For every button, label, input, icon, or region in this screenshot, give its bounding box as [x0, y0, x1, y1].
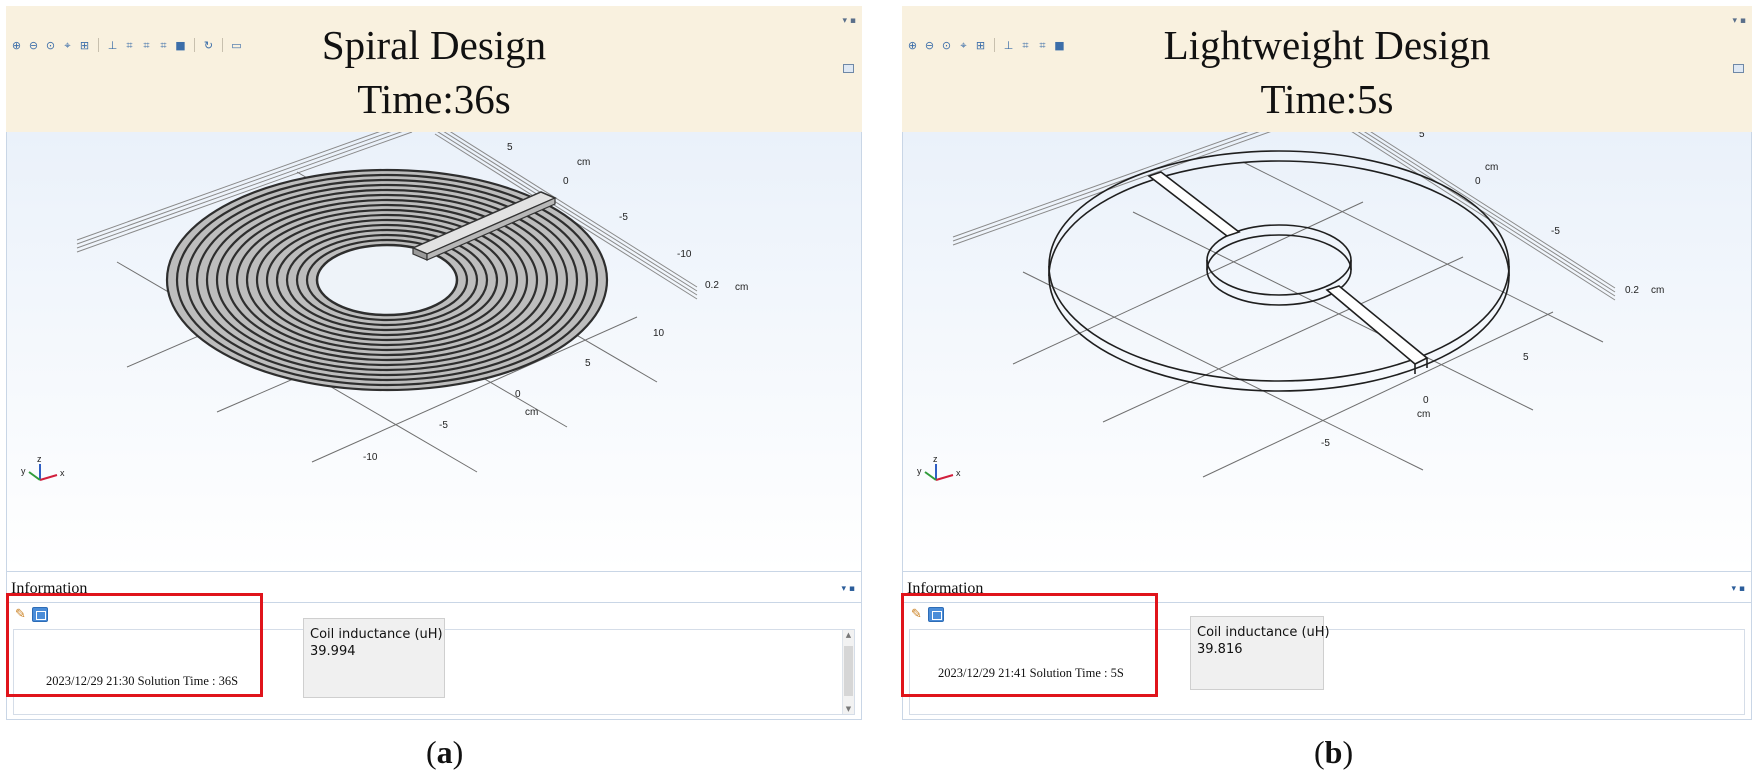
triad-z: z — [933, 454, 938, 464]
tick-label: -5 — [439, 420, 448, 431]
tick-label: 5 — [585, 358, 591, 369]
caption-letter: b — [1324, 734, 1343, 770]
design-time: Time:36s — [357, 76, 511, 122]
triad-z: z — [37, 454, 42, 464]
axis-unit: cm — [525, 407, 538, 418]
graphics-window[interactable]: 10 5 cm 0 -5 -10 0.2 cm 10 5 0 cm -5 -10 — [6, 132, 862, 572]
highlight-box — [6, 593, 263, 697]
scroll-up-icon[interactable]: ▲ — [843, 631, 854, 639]
panel-lightweight-design: ▾ ▪ ⊕ ⊖ ⊙ ⌖ ⊞ ⊥ ⌗ ⌗ ■ Lightweight Design… — [901, 6, 1752, 720]
highlight-box — [901, 593, 1158, 697]
tick-label: 5 — [1419, 132, 1425, 140]
coil-3d-view: 10 5 cm 0 -5 -10 0.2 cm 10 5 0 cm -5 -10 — [21, 132, 748, 481]
tick-label: 5 — [507, 142, 513, 153]
pin-icon[interactable]: ▾ ▪ — [1732, 584, 1745, 594]
tick-label: 0 — [515, 389, 521, 400]
tick-label: -5 — [1321, 438, 1330, 449]
axis-unit: cm — [1651, 285, 1664, 296]
log-scrollbar[interactable]: ▲ ▼ — [842, 630, 854, 714]
tick-label: 10 — [653, 328, 665, 339]
axis-unit: cm — [1485, 162, 1498, 173]
axis-unit: cm — [577, 157, 590, 168]
tick-label: -10 — [677, 249, 692, 260]
result-label: Coil inductance (uH) — [310, 627, 443, 642]
tick-label: -5 — [1551, 226, 1560, 237]
tick-label: -10 — [363, 452, 378, 463]
tick-label: 0.2 — [705, 280, 719, 291]
triad-x: x — [60, 468, 65, 478]
caption-letter: a — [436, 734, 453, 770]
tick-label: -5 — [619, 212, 628, 223]
tick-label: 0.2 — [1625, 285, 1639, 296]
triad-y: y — [917, 466, 922, 476]
scroll-down-icon[interactable]: ▼ — [843, 705, 854, 713]
result-label: Coil inductance (uH) — [1197, 625, 1330, 640]
pin-icon[interactable]: ▾ ▪ — [842, 584, 855, 594]
caption-b: (b) — [1314, 734, 1354, 770]
result-value: 39.994 — [310, 644, 356, 659]
tick-label: 0 — [1423, 395, 1429, 406]
design-time: Time:5s — [1260, 76, 1394, 122]
tick-label: 0 — [563, 176, 569, 187]
tick-label: 0 — [1475, 176, 1481, 187]
lightweight-coil — [1048, 150, 1510, 392]
panel-spiral-design: ▾ ▪ ⊕ ⊖ ⊙ ⌖ ⊞ ⊥ ⌗ ⌗ ⌗ ■ ↻ ▭ Spiral Desig… — [6, 6, 862, 720]
scroll-thumb[interactable] — [844, 646, 853, 696]
triad-x: x — [956, 468, 961, 478]
axis-unit: cm — [1417, 409, 1430, 420]
caption-a: (a) — [426, 734, 464, 770]
design-title: Spiral Design Time:36s — [6, 18, 862, 126]
design-name: Lightweight Design — [1163, 22, 1491, 68]
design-name: Spiral Design — [321, 22, 547, 68]
floor-grid — [1012, 161, 1604, 478]
design-title: Lightweight Design Time:5s — [902, 18, 1752, 126]
tick-label: 5 — [1523, 352, 1529, 363]
graphics-window[interactable]: 5 cm 0 -5 0.2 cm 5 0 cm -5 z y x — [902, 132, 1752, 572]
axis-triad: z y x — [21, 454, 65, 481]
back-grid — [952, 132, 1616, 301]
result-card: Coil inductance (uH) 39.994 — [303, 618, 445, 698]
coil-3d-view: 5 cm 0 -5 0.2 cm 5 0 cm -5 z y x — [917, 132, 1664, 481]
triad-y: y — [21, 466, 26, 476]
axis-triad: z y x — [917, 454, 961, 481]
axis-unit: cm — [735, 282, 748, 293]
result-value: 39.816 — [1197, 642, 1243, 657]
result-card: Coil inductance (uH) 39.816 — [1190, 616, 1330, 690]
